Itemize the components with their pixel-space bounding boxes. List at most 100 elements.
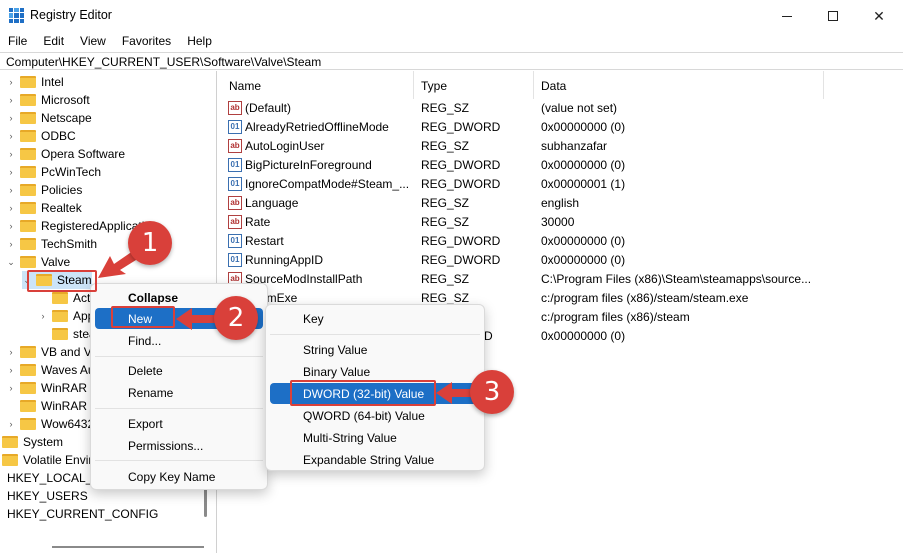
- folder-icon: [20, 184, 36, 196]
- tree-item-hkey-users[interactable]: HKEY_USERS: [7, 487, 88, 505]
- chevron-right-icon[interactable]: ›: [6, 113, 16, 123]
- tree-item-wow6432node[interactable]: › Wow6432: [6, 415, 95, 433]
- maximize-icon: [828, 11, 838, 21]
- folder-icon: [20, 166, 36, 178]
- chevron-right-icon[interactable]: ›: [6, 185, 16, 195]
- column-header-data[interactable]: Data: [534, 71, 824, 99]
- tree-item-netscape[interactable]: › Netscape: [6, 109, 92, 127]
- list-header: Name Type Data: [222, 71, 903, 99]
- title-bar: Registry Editor ✕: [0, 0, 903, 32]
- tree-item-realtek[interactable]: › Realtek: [6, 199, 82, 217]
- menu-help[interactable]: Help: [179, 32, 220, 52]
- callout-badge-1: 1: [128, 221, 172, 265]
- menu-item-multi-string-value[interactable]: Multi-String Value: [270, 427, 480, 448]
- folder-icon: [20, 220, 36, 232]
- string-value-icon: ab: [228, 195, 242, 210]
- chevron-right-icon[interactable]: ›: [6, 167, 16, 177]
- tree-item-techsmith[interactable]: › TechSmith: [6, 235, 98, 253]
- chevron-right-icon[interactable]: ›: [6, 95, 16, 105]
- chevron-right-icon[interactable]: ›: [6, 77, 16, 87]
- minimize-icon: [782, 15, 792, 17]
- tree-item-waves-audio[interactable]: › Waves Au: [6, 361, 95, 379]
- folder-icon: [2, 454, 18, 466]
- tree-item-opera-software[interactable]: › Opera Software: [6, 145, 126, 163]
- chevron-right-icon[interactable]: ›: [6, 221, 16, 231]
- binary-value-icon: 01: [228, 233, 242, 248]
- chevron-right-icon[interactable]: ›: [6, 347, 16, 357]
- chevron-right-icon[interactable]: ›: [6, 239, 16, 249]
- tree-item-hkey-local-machine[interactable]: HKEY_LOCAL_M: [7, 469, 102, 487]
- column-header-type[interactable]: Type: [414, 71, 534, 99]
- chevron-right-icon[interactable]: ›: [6, 383, 16, 393]
- chevron-down-icon[interactable]: ⌄: [6, 257, 16, 267]
- string-value-icon: ab: [228, 100, 242, 115]
- menu-item-binary-value[interactable]: Binary Value: [270, 361, 480, 382]
- value-row-default[interactable]: ab (Default) REG_SZ (value not set): [222, 98, 903, 117]
- chevron-right-icon[interactable]: ›: [6, 203, 16, 213]
- tree-horizontal-scrollbar[interactable]: [52, 546, 204, 548]
- close-button[interactable]: ✕: [856, 0, 902, 32]
- value-row-sourcemodinstallpath[interactable]: ab SourceModInstallPath REG_SZ C:\Program…: [222, 269, 903, 288]
- tree-item-odbc[interactable]: › ODBC: [6, 127, 76, 145]
- menu-item-string-value[interactable]: String Value: [270, 339, 480, 360]
- binary-value-icon: 01: [228, 119, 242, 134]
- tree-item-valve[interactable]: ⌄ Valve: [6, 253, 70, 271]
- value-row-runningappid[interactable]: 01 RunningAppID REG_DWORD 0x00000000 (0): [222, 250, 903, 269]
- folder-icon: [20, 256, 36, 268]
- value-row-ignorecompatmode[interactable]: 01 IgnoreCompatMode#Steam_... REG_DWORD 0…: [222, 174, 903, 193]
- tree-item-vb-and-vba[interactable]: › VB and VE: [6, 343, 100, 361]
- folder-icon: [20, 130, 36, 142]
- chevron-right-icon[interactable]: ›: [6, 131, 16, 141]
- menu-item-permissions[interactable]: Permissions...: [95, 435, 263, 456]
- menu-item-expandable-string-value[interactable]: Expandable String Value: [270, 449, 480, 470]
- tree-item-hkey-current-config[interactable]: HKEY_CURRENT_CONFIG: [7, 505, 158, 523]
- menu-view[interactable]: View: [72, 32, 114, 52]
- window-title: Registry Editor: [30, 8, 112, 22]
- tree-item-winrar[interactable]: › WinRAR: [6, 379, 88, 397]
- chevron-placeholder: [38, 329, 48, 339]
- menu-bar: File Edit View Favorites Help: [0, 32, 220, 52]
- maximize-button[interactable]: [810, 0, 856, 32]
- minimize-button[interactable]: [764, 0, 810, 32]
- binary-value-icon: 01: [228, 157, 242, 172]
- chevron-right-icon[interactable]: ›: [38, 311, 48, 321]
- folder-icon: [20, 238, 36, 250]
- tree-item-intel[interactable]: › Intel: [6, 73, 64, 91]
- menu-item-delete[interactable]: Delete: [95, 360, 263, 381]
- menu-separator: [95, 356, 263, 357]
- value-row-language[interactable]: ab Language REG_SZ english: [222, 193, 903, 212]
- tree-item-system[interactable]: System: [2, 433, 63, 451]
- registry-editor-app-icon: [9, 8, 24, 23]
- folder-icon: [20, 94, 36, 106]
- menu-item-qword-value[interactable]: QWORD (64-bit) Value: [270, 405, 480, 426]
- tree-item-app[interactable]: › App: [38, 307, 95, 325]
- tree-item-stea[interactable]: stea: [38, 325, 96, 343]
- folder-icon: [52, 328, 68, 340]
- tree-item-volatile-environment[interactable]: Volatile Envir: [2, 451, 92, 469]
- tree-item-pcwintech[interactable]: › PcWinTech: [6, 163, 102, 181]
- menu-item-export[interactable]: Export: [95, 413, 263, 434]
- chevron-right-icon[interactable]: ›: [6, 419, 16, 429]
- menu-favorites[interactable]: Favorites: [114, 32, 179, 52]
- value-row-bigpictureinforeground[interactable]: 01 BigPictureInForeground REG_DWORD 0x000…: [222, 155, 903, 174]
- value-row-autologinuser[interactable]: ab AutoLoginUser REG_SZ subhanzafar: [222, 136, 903, 155]
- value-row-alreadyretriedofflinemode[interactable]: 01 AlreadyRetriedOfflineMode REG_DWORD 0x…: [222, 117, 903, 136]
- folder-icon: [20, 418, 36, 430]
- column-header-name[interactable]: Name: [222, 71, 414, 99]
- chevron-right-icon[interactable]: ›: [6, 149, 16, 159]
- tree-item-winrar-sfx[interactable]: WinRAR S: [6, 397, 98, 415]
- binary-value-icon: 01: [228, 252, 242, 267]
- chevron-right-icon[interactable]: ›: [6, 365, 16, 375]
- menu-file[interactable]: File: [0, 32, 35, 52]
- menu-item-copy-key-name[interactable]: Copy Key Name: [95, 466, 263, 487]
- menu-item-key[interactable]: Key: [270, 308, 480, 329]
- tree-item-microsoft[interactable]: › Microsoft: [6, 91, 90, 109]
- address-bar[interactable]: Computer\HKEY_CURRENT_USER\Software\Valv…: [0, 52, 903, 70]
- menu-edit[interactable]: Edit: [35, 32, 72, 52]
- folder-icon: [52, 292, 68, 304]
- menu-item-rename[interactable]: Rename: [95, 382, 263, 403]
- value-row-restart[interactable]: 01 Restart REG_DWORD 0x00000000 (0): [222, 231, 903, 250]
- chevron-placeholder: [38, 293, 48, 303]
- tree-item-policies[interactable]: › Policies: [6, 181, 83, 199]
- value-row-rate[interactable]: ab Rate REG_SZ 30000: [222, 212, 903, 231]
